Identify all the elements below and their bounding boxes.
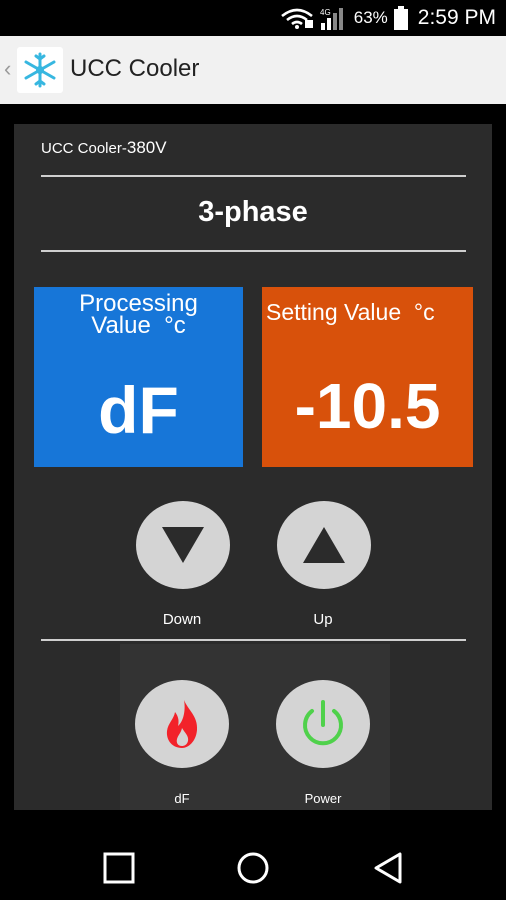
processing-value: dF (98, 373, 179, 447)
status-bar: 4G 63% 2:59 PM (0, 0, 506, 36)
wifi-icon (280, 8, 313, 29)
recent-apps-icon[interactable] (103, 852, 135, 884)
navigation-bar (0, 835, 506, 900)
snowflake-icon[interactable] (17, 47, 63, 93)
divider-bottom (41, 639, 466, 641)
processing-value-box: Processing Value °c dF (34, 287, 243, 467)
model-voltage: 380V (126, 138, 167, 157)
triangle-up-icon (303, 527, 345, 563)
power-label: Power (304, 791, 342, 806)
clock: 2:59 PM (417, 6, 496, 29)
phase-label: 3-phase (198, 196, 308, 228)
signal-icon: 4G (320, 8, 343, 30)
battery-icon (393, 6, 408, 30)
battery-percent: 63% (353, 8, 388, 27)
up-button[interactable] (277, 501, 371, 589)
df-label: dF (174, 791, 190, 806)
power-icon (303, 700, 343, 746)
divider-phase (41, 250, 466, 252)
setting-value: -10.5 (294, 370, 441, 442)
back-icon[interactable] (372, 851, 404, 885)
triangle-down-icon (162, 527, 204, 563)
processing-label-line2: Value °c (91, 312, 186, 339)
status-icons: 4G 63% 2:59 PM (280, 6, 496, 30)
home-icon[interactable] (236, 851, 270, 885)
setting-value-label: Setting Value °c (266, 299, 435, 325)
flame-icon (166, 700, 198, 748)
defrost-button[interactable] (135, 680, 229, 768)
setting-value-box: Setting Value °c -10.5 (262, 287, 473, 467)
app-title: UCC Cooler (70, 55, 200, 82)
down-label: Down (162, 611, 202, 628)
app-bar: ‹ UCC Cooler (0, 36, 506, 104)
model-name: UCC Cooler-380V (41, 138, 167, 158)
down-button[interactable] (136, 501, 230, 589)
divider-top (41, 175, 466, 177)
back-chevron-icon[interactable]: ‹ (4, 56, 11, 82)
svg-text:4G: 4G (320, 8, 331, 17)
model-name-text: UCC Cooler- (41, 140, 127, 157)
power-button[interactable] (276, 680, 370, 768)
controller-panel: UCC Cooler-380V 3-phase Processing Value… (14, 124, 492, 810)
processing-value-label: Processing Value °c (34, 292, 243, 339)
up-label: Up (313, 611, 333, 628)
